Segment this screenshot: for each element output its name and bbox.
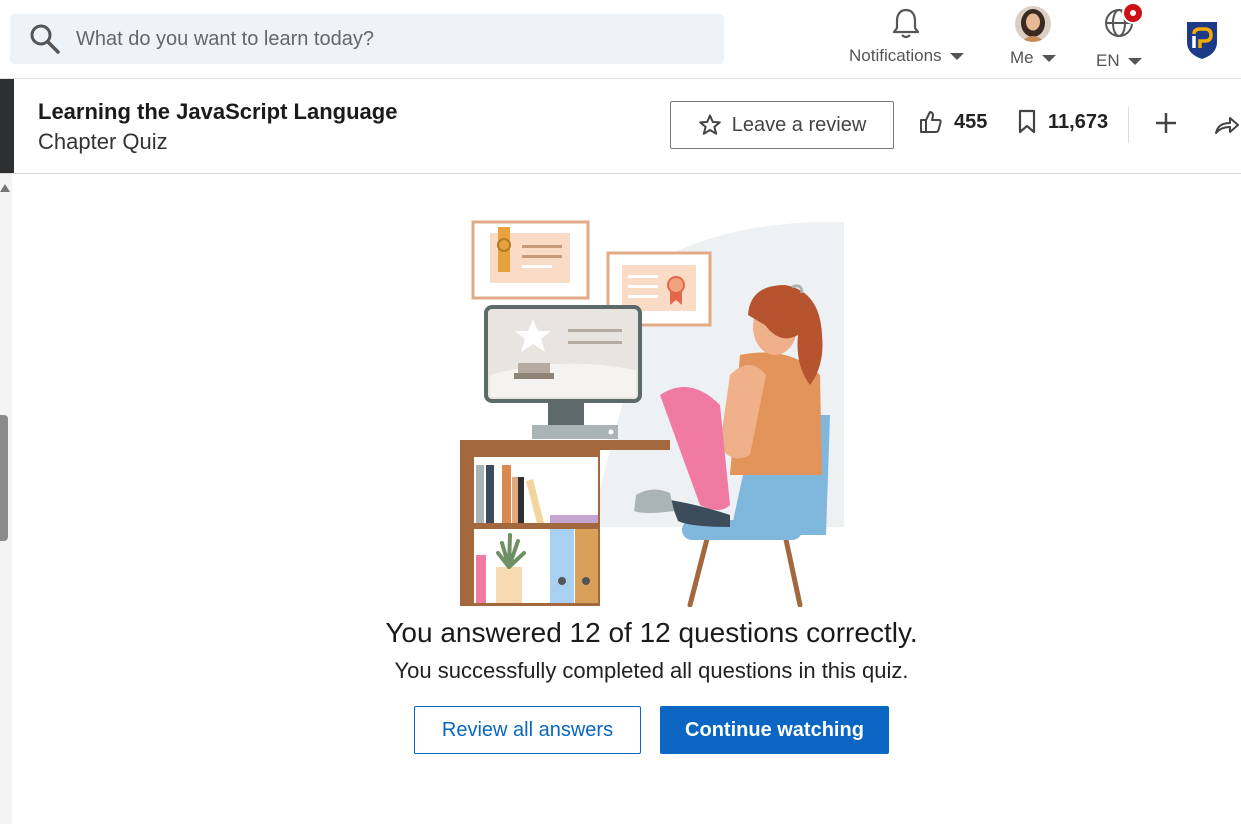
course-title: Learning the JavaScript Language <box>38 99 398 124</box>
leave-review-button[interactable]: Leave a review <box>670 101 894 149</box>
plus-icon[interactable] <box>1152 109 1180 137</box>
notifications-label: Notifications <box>849 46 942 65</box>
nav-notifications[interactable]: Notifications <box>849 6 964 66</box>
scroll-up-icon[interactable] <box>0 184 10 192</box>
save-count: 11,673 <box>1048 110 1109 133</box>
continue-watching-button[interactable]: Continue watching <box>660 706 889 754</box>
logo-icon[interactable] <box>1185 20 1219 60</box>
course-header: Learning the JavaScript Language Chapter… <box>0 79 1241 174</box>
review-all-answers-button[interactable]: Review all answers <box>414 706 641 754</box>
share-icon[interactable] <box>1212 111 1240 139</box>
quiz-result-subtitle: You successfully completed all questions… <box>394 658 909 683</box>
notification-badge <box>1121 2 1144 24</box>
search-bar[interactable] <box>10 14 724 64</box>
divider <box>1128 107 1129 143</box>
bell-icon <box>893 8 920 39</box>
quiz-complete-illustration <box>460 220 844 607</box>
leave-review-label: Leave a review <box>731 113 867 136</box>
nav-language[interactable]: EN <box>1096 2 1144 71</box>
search-icon <box>30 24 60 54</box>
star-icon <box>698 114 721 135</box>
sidebar-strip <box>0 79 14 173</box>
avatar <box>1014 6 1051 42</box>
like-count: 455 <box>954 110 988 133</box>
nav-me[interactable]: Me <box>1010 6 1056 68</box>
thumbs-up-icon <box>920 111 942 133</box>
chevron-down-icon <box>1041 54 1056 62</box>
bookmark-icon <box>1018 109 1036 134</box>
like-button[interactable]: 455 <box>918 109 987 135</box>
search-input[interactable] <box>74 26 678 52</box>
course-subtitle: Chapter Quiz <box>38 129 168 154</box>
top-navigation: Notifications Me EN <box>0 0 1241 79</box>
language-label: EN <box>1096 51 1120 70</box>
me-label: Me <box>1010 48 1034 67</box>
chevron-down-icon <box>949 52 964 60</box>
chevron-down-icon <box>1127 57 1142 65</box>
save-button[interactable]: 11,673 <box>1016 109 1108 135</box>
scrollbar-thumb[interactable] <box>0 415 8 541</box>
quiz-result-title: You answered 12 of 12 questions correctl… <box>385 617 918 648</box>
